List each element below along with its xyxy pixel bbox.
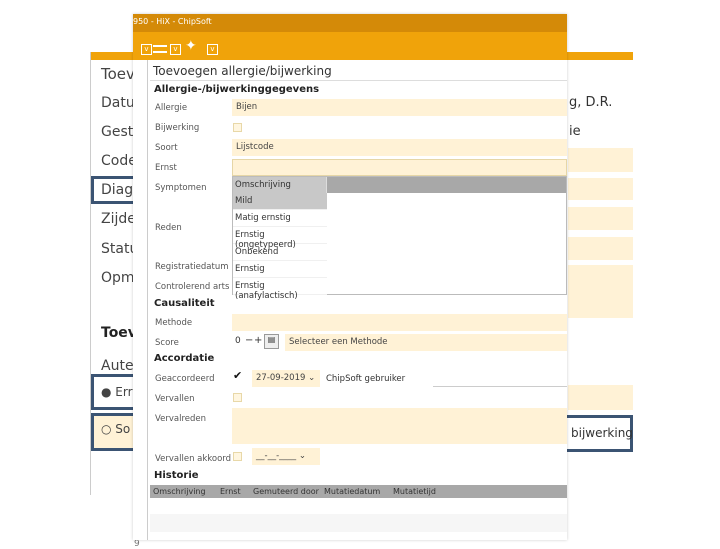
dropdown-option[interactable]: Matig ernstig bbox=[233, 210, 327, 227]
dialog-window: 950 - HiX - ChipSoft v v ✦ v Toevoegen a… bbox=[133, 14, 567, 540]
reden-label: Reden bbox=[155, 223, 182, 233]
bijwerking-checkbox[interactable] bbox=[233, 123, 242, 132]
vervallen-label: Vervallen bbox=[155, 394, 195, 404]
geaccordeerd-label: Geaccordeerd bbox=[155, 374, 215, 384]
historie-table-header: Omschrijving Ernst Gemuteerd door Mutati… bbox=[150, 485, 567, 498]
score-increment-button[interactable]: + bbox=[254, 335, 262, 346]
section-title: Allergie-/bijwerkinggegevens bbox=[154, 84, 320, 95]
column-header[interactable]: Ernst bbox=[220, 487, 241, 496]
vervallen-akkoord-checkbox[interactable] bbox=[233, 452, 242, 461]
vervallen-akkoord-date[interactable]: __-__-____ ⌄ bbox=[252, 448, 320, 465]
section-title: Historie bbox=[154, 470, 199, 481]
bijwerking-label: Bijwerking bbox=[155, 123, 200, 133]
divider bbox=[150, 80, 567, 81]
yellow-band bbox=[568, 178, 633, 200]
divider bbox=[433, 386, 567, 387]
dropdown-option[interactable]: Onbekend bbox=[233, 244, 327, 261]
bg-section: Toev bbox=[101, 325, 137, 341]
dropdown-icon[interactable]: v bbox=[170, 44, 181, 55]
bg-right-text: g, D.R. bbox=[569, 95, 613, 110]
vervalreden-field[interactable] bbox=[232, 408, 567, 444]
soort-label: Soort bbox=[155, 143, 178, 153]
line-number: 9 bbox=[134, 539, 140, 549]
vervallen-checkbox[interactable] bbox=[233, 393, 242, 402]
bg-label: Toev bbox=[101, 65, 135, 83]
allergie-label: Allergie bbox=[155, 103, 188, 113]
methode-field[interactable] bbox=[232, 314, 567, 331]
radio-err[interactable]: ● Err bbox=[101, 385, 133, 399]
vervallen-akkoord-label: Vervallen akkoord bbox=[155, 454, 232, 464]
score-decrement-button[interactable]: − bbox=[245, 335, 253, 346]
geaccordeerd-user: ChipSoft gebruiker bbox=[326, 374, 406, 384]
column-header[interactable]: Mutatietijd bbox=[393, 487, 436, 496]
yellow-band bbox=[568, 237, 633, 260]
dialog-header: Toevoegen allergie/bijwerking bbox=[153, 64, 332, 78]
dropdown-icon[interactable]: v bbox=[141, 44, 152, 55]
score-label: Score bbox=[155, 338, 179, 348]
controlerend-arts-label: Controlerend arts bbox=[155, 282, 230, 292]
yellow-band bbox=[568, 265, 633, 318]
dropdown-option-selected[interactable]: Mild bbox=[233, 193, 327, 210]
chevron-down-icon: ⌄ bbox=[308, 373, 316, 383]
section-title: Causaliteit bbox=[154, 298, 215, 309]
ernst-field[interactable] bbox=[232, 159, 567, 176]
divider bbox=[147, 60, 148, 540]
dropdown-icon[interactable]: v bbox=[207, 44, 218, 55]
title-bar: 950 - HiX - ChipSoft bbox=[133, 14, 567, 32]
ernst-label: Ernst bbox=[155, 163, 177, 173]
yellow-band bbox=[568, 385, 633, 410]
bg-right-text: ie bbox=[569, 124, 581, 139]
yellow-band bbox=[568, 207, 633, 230]
radio-label: So bbox=[115, 422, 131, 436]
column-header[interactable]: Omschrijving bbox=[153, 487, 206, 496]
table-row bbox=[150, 514, 567, 532]
calculator-icon[interactable]: ▤ bbox=[264, 334, 279, 349]
radio-label: Err bbox=[115, 385, 133, 399]
list-icon[interactable] bbox=[153, 45, 167, 53]
score-hint: Selecteer een Methode bbox=[285, 334, 567, 351]
score-value: 0 bbox=[235, 336, 241, 346]
allergie-field[interactable]: Bijen bbox=[232, 99, 567, 116]
dropdown-option[interactable]: Ernstig (ongetypeerd) bbox=[233, 227, 327, 250]
date-value: 27-09-2019 bbox=[256, 373, 306, 383]
vervalreden-label: Vervalreden bbox=[155, 414, 207, 424]
bg-right-text: bijwerking bbox=[571, 426, 633, 440]
yellow-band bbox=[568, 148, 633, 172]
geaccordeerd-checkbox[interactable]: ✔ bbox=[233, 369, 242, 382]
section-title: Accordatie bbox=[154, 353, 215, 364]
geaccordeerd-date[interactable]: 27-09-2019 ⌄ bbox=[252, 370, 320, 387]
registratiedatum-label: Registratiedatum bbox=[155, 262, 229, 272]
symptomen-label: Symptomen bbox=[155, 183, 207, 193]
dropdown-option[interactable]: Ernstig (anafylactisch) bbox=[233, 278, 327, 301]
column-header[interactable]: Mutatiedatum bbox=[324, 487, 380, 496]
bg-label: Zijde bbox=[101, 211, 136, 227]
radio-so[interactable]: ○ So bbox=[101, 422, 130, 436]
chevron-down-icon: ⌄ bbox=[298, 451, 306, 461]
toolbar: v v ✦ v bbox=[133, 32, 567, 60]
dropdown-option[interactable]: Ernstig bbox=[233, 261, 327, 278]
methode-label: Methode bbox=[155, 318, 193, 328]
soort-field[interactable]: Lijstcode bbox=[232, 139, 567, 156]
pill-icon[interactable]: ✦ bbox=[185, 38, 197, 54]
date-value: __-__-____ bbox=[256, 451, 297, 461]
column-header[interactable]: Gemuteerd door bbox=[253, 487, 319, 496]
dropdown-column-header: Omschrijving bbox=[233, 177, 327, 194]
ernst-dropdown-list[interactable]: Omschrijving Mild Matig ernstig Ernstig … bbox=[232, 176, 567, 301]
